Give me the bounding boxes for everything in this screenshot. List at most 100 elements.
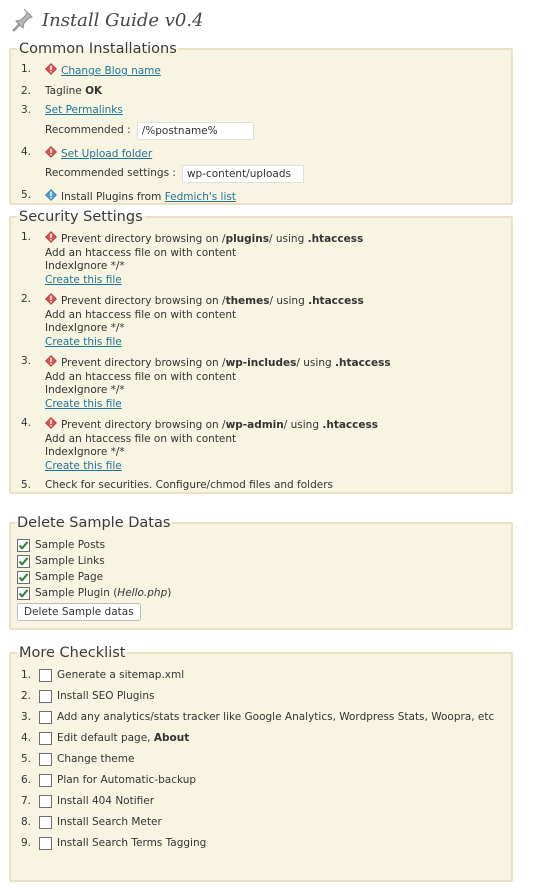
checkmark-icon [18, 540, 29, 550]
sample-plugin-note: Hello.php [117, 587, 168, 599]
create-file-link[interactable]: Create this file [45, 274, 503, 288]
security-file: .htaccess [322, 419, 378, 431]
security-settings-section: Security Settings 1. Prevent directory b… [9, 209, 513, 494]
security-text: / using [296, 357, 332, 369]
security-text: / using [269, 295, 305, 307]
security-line-3: IndexIgnore */* [45, 260, 125, 272]
checklist-item: 3. Add any analytics/stats tracker like G… [19, 709, 503, 725]
item-number: 5. [20, 189, 31, 201]
checklist-checkbox[interactable] [39, 795, 52, 808]
sample-posts-row[interactable]: Sample Posts [17, 537, 503, 553]
item-number: 3. [20, 711, 31, 723]
upload-recommended-label: Recommended settings : [45, 167, 176, 180]
install-guide-page: Install Guide v0.4 Common Installations … [0, 0, 533, 889]
sample-posts-checkbox[interactable] [17, 538, 30, 552]
checklist-checkbox[interactable] [39, 753, 52, 766]
security-line-2: Add an htaccess file on with content [45, 432, 237, 445]
red-alert-icon [45, 145, 57, 158]
checklist-item: 4. Edit default page, About [19, 730, 503, 746]
checklist-checkbox[interactable] [39, 690, 52, 703]
change-blog-name-link[interactable]: Change Blog name [61, 65, 161, 77]
common-installations-legend: Common Installations [19, 41, 177, 57]
more-checklist-section: More Checklist 1. Generate a sitemap.xml … [9, 645, 513, 882]
set-upload-folder-link[interactable]: Set Upload folder [61, 148, 152, 160]
security-dir: wp-includes [225, 357, 297, 369]
item-number: 7. [20, 795, 31, 807]
checklist-checkbox[interactable] [39, 774, 52, 787]
sample-links-checkbox[interactable] [17, 554, 30, 568]
security-line-3: IndexIgnore */* [45, 384, 125, 396]
delete-sample-section: Delete Sample Datas Sample Posts Sample … [9, 515, 513, 630]
common-item-tagline: 2. Tagline OK [19, 85, 503, 99]
common-item-upload-folder: 4. Set Upload folder Recommended setting… [19, 145, 503, 183]
checklist-text: Change theme [57, 753, 135, 765]
checkmark-icon [18, 588, 29, 598]
pin-icon [10, 7, 34, 33]
upload-folder-field-row: Recommended settings : [45, 165, 503, 183]
sample-plugin-row[interactable]: Sample Plugin (Hello.php) [17, 585, 503, 601]
upload-folder-input[interactable] [181, 165, 304, 183]
item-number: 2. [20, 690, 31, 702]
security-line-2: Add an htaccess file on with content [45, 246, 237, 259]
security-line-2: Add an htaccess file on with content [45, 370, 237, 383]
sample-page-label: Sample Page [35, 571, 104, 583]
checklist-checkbox[interactable] [39, 837, 52, 850]
security-item-themes: 2. Prevent directory browsing on /themes… [19, 293, 503, 349]
checklist-text-wrap: Edit default page, About [45, 730, 503, 746]
delete-sample-datas-button[interactable]: Delete Sample datas [17, 603, 141, 621]
checklist-checkbox[interactable] [39, 732, 52, 745]
security-text: Prevent directory browsing on / [61, 233, 226, 245]
item-number: 1. [20, 231, 31, 243]
item-number: 6. [20, 774, 31, 786]
common-item-install-plugins: 5. Install Plugins from Fedmich's list [19, 189, 503, 205]
checklist-text: Install 404 Notifier [57, 795, 155, 807]
checklist-text: Install SEO Plugins [57, 690, 155, 702]
sample-posts-label: Sample Posts [35, 539, 106, 551]
item-number: 5. [20, 753, 31, 765]
checklist-text: Install Search Terms Tagging [57, 837, 207, 849]
security-dir: wp-admin [225, 419, 284, 431]
sample-links-row[interactable]: Sample Links [17, 553, 503, 569]
sample-page-row[interactable]: Sample Page [17, 569, 503, 585]
security-dir: themes [225, 295, 270, 307]
security-text: / using [269, 233, 305, 245]
item-number: 4. [20, 145, 31, 158]
sample-plugin-checkbox[interactable] [17, 586, 30, 600]
item-number: 8. [20, 816, 31, 828]
checklist-text: Install Search Meter [57, 816, 162, 828]
red-alert-icon [45, 417, 57, 429]
security-text: Prevent directory browsing on / [61, 295, 226, 307]
checklist-item: 1. Generate a sitemap.xml [19, 667, 503, 683]
tagline-label: Tagline [45, 84, 82, 97]
create-file-link[interactable]: Create this file [45, 398, 503, 412]
security-item-plugins: 1. Prevent directory browsing on /plugin… [19, 231, 503, 287]
checkmark-icon [18, 556, 29, 566]
page-title: Install Guide v0.4 [42, 9, 204, 31]
security-text: Prevent directory browsing on / [61, 419, 226, 431]
permalinks-field-row: Recommended : [45, 121, 503, 140]
set-permalinks-link[interactable]: Set Permalinks [45, 104, 123, 116]
item-number: 1. [20, 669, 31, 681]
checklist-checkbox[interactable] [39, 711, 52, 724]
fedmich-list-link[interactable]: Fedmich's list [165, 191, 236, 203]
common-item-blog-name: 1. Change Blog name [19, 63, 503, 79]
permalinks-input[interactable] [136, 121, 254, 140]
item-number: 3. [20, 104, 31, 116]
security-line-3: IndexIgnore */* [45, 446, 125, 458]
red-alert-icon [45, 293, 57, 305]
item-number: 4. [20, 417, 31, 429]
checklist-item: 8. Install Search Meter [19, 814, 503, 830]
checklist-item: 9. Install Search Terms Tagging [19, 835, 503, 851]
checklist-text: Edit default page, [57, 732, 151, 744]
sample-plugin-label: Sample Plugin [35, 587, 110, 599]
checklist-checkbox[interactable] [39, 816, 52, 829]
create-file-link[interactable]: Create this file [45, 460, 503, 474]
item-number: 2. [20, 293, 31, 305]
create-file-link[interactable]: Create this file [45, 336, 503, 350]
checklist-text: Generate a sitemap.xml [57, 669, 185, 681]
sample-page-checkbox[interactable] [17, 570, 30, 584]
item-number: 1. [20, 63, 31, 75]
security-text: / using [283, 419, 320, 431]
checklist-item: 5. Change theme [19, 751, 503, 767]
checklist-checkbox[interactable] [39, 669, 52, 682]
